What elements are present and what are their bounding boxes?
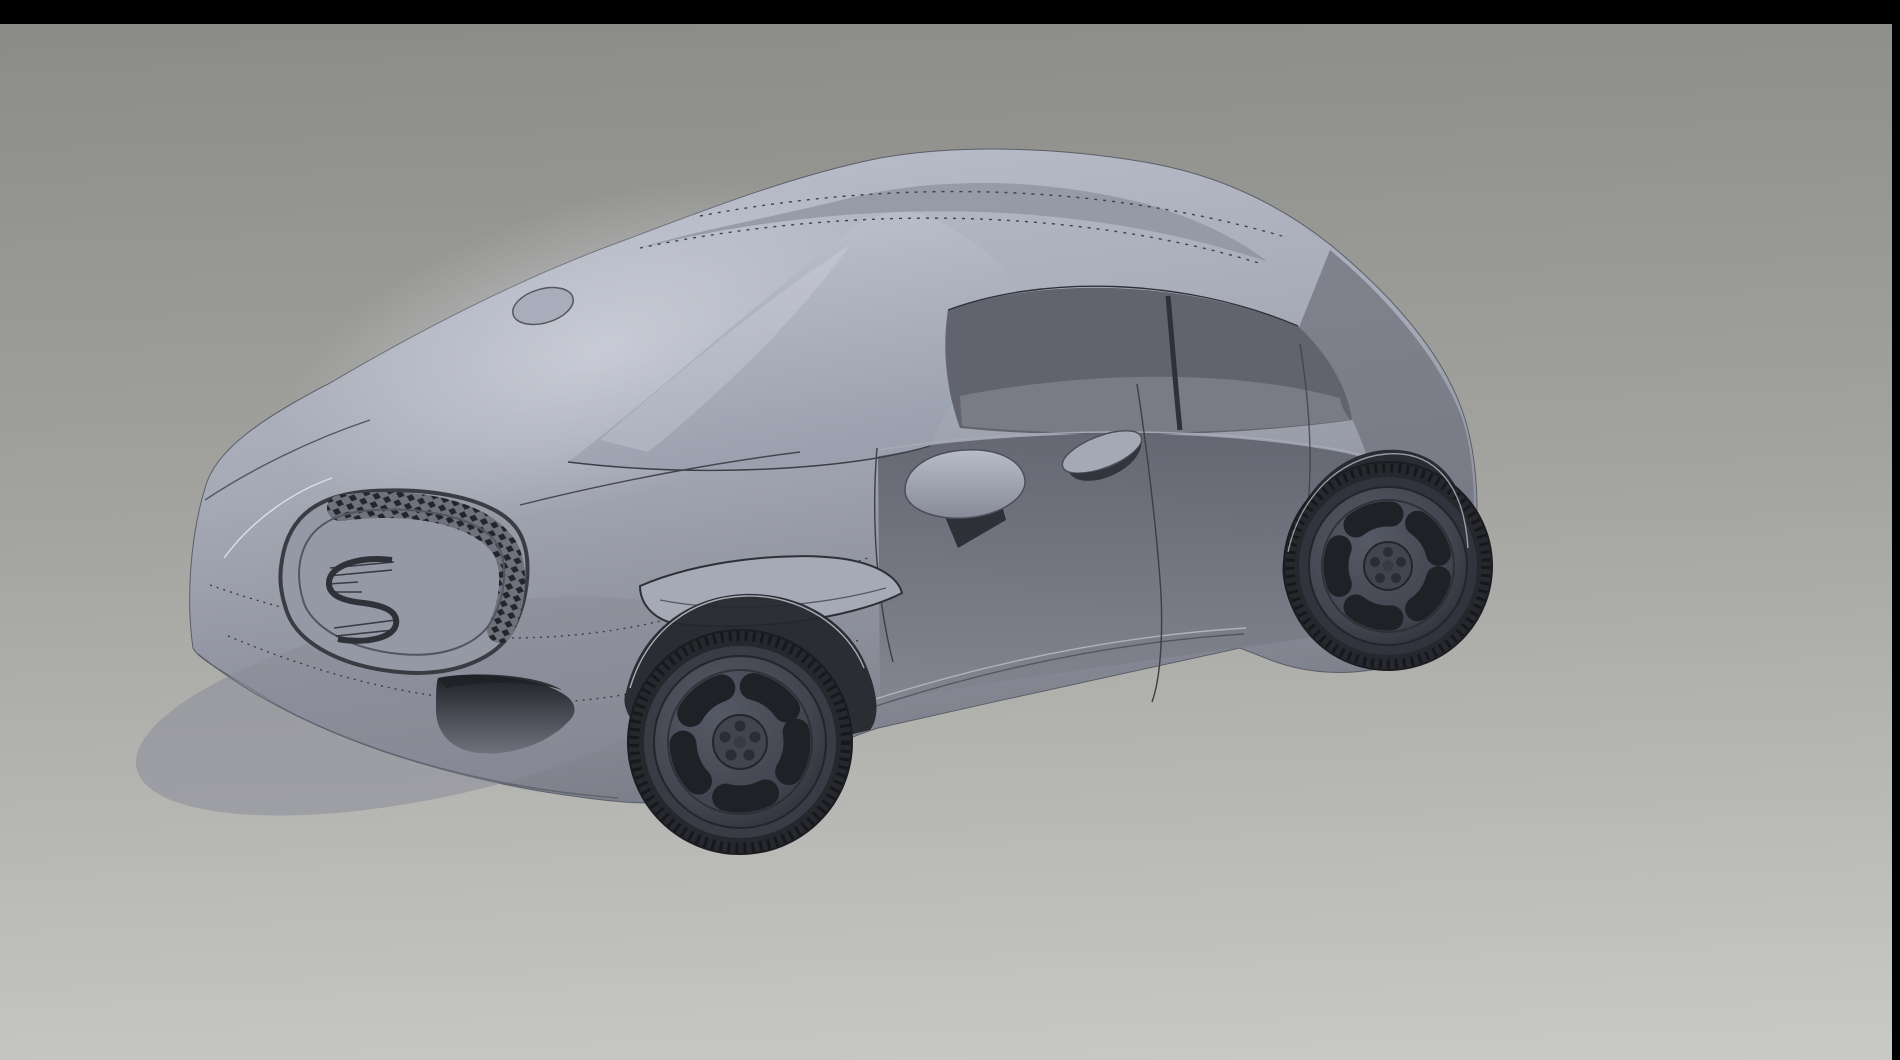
- frame-right-bar: [1892, 0, 1900, 1060]
- render-canvas[interactable]: [0, 0, 1900, 1060]
- front-wheel: [628, 630, 852, 854]
- front-grille: [280, 490, 527, 673]
- rear-center-cap: [1383, 561, 1394, 572]
- car-model: [117, 110, 1492, 858]
- cad-viewport: [0, 0, 1900, 1060]
- frame-top-bar: [0, 0, 1900, 24]
- front-center-cap: [734, 736, 746, 748]
